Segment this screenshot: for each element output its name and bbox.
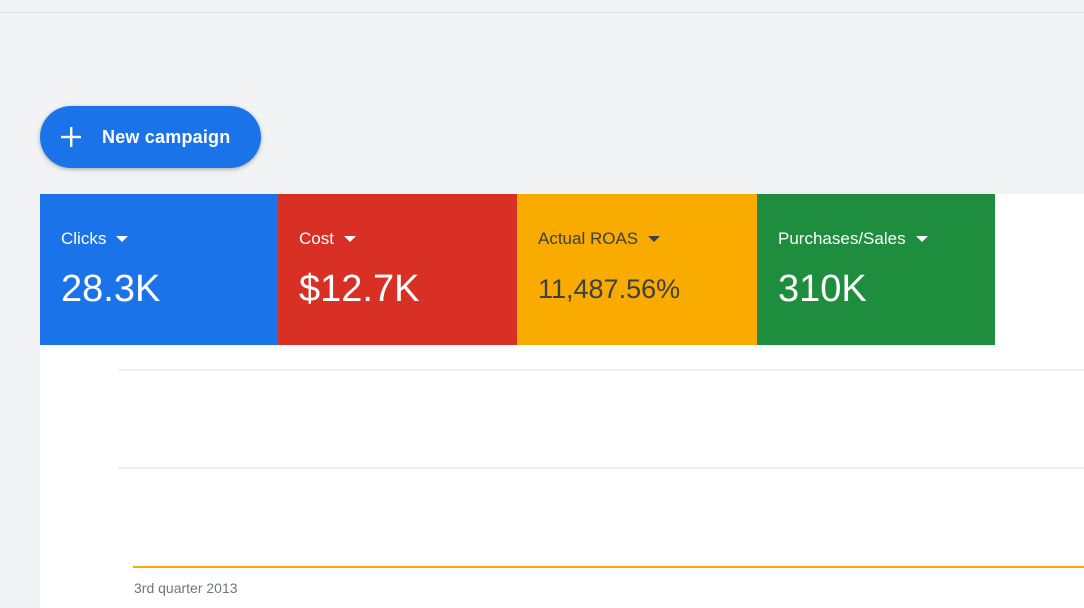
scorecard-metric-label: Clicks bbox=[61, 229, 107, 248]
scorecard-metric-selector[interactable]: Actual ROAS bbox=[538, 228, 757, 250]
scorecard-metric-selector[interactable]: Cost bbox=[299, 228, 517, 250]
scorecard-cost[interactable]: Cost $12.7K bbox=[278, 194, 517, 345]
plus-icon bbox=[61, 127, 81, 147]
performance-chart: 3rd quarter 2013 bbox=[40, 345, 1084, 608]
top-bar bbox=[0, 0, 1084, 13]
chart-x-tick-label: 3rd quarter 2013 bbox=[134, 580, 238, 596]
dropdown-arrow-icon bbox=[648, 236, 661, 242]
dropdown-arrow-icon bbox=[915, 236, 928, 242]
scorecard-metric-label: Actual ROAS bbox=[538, 229, 639, 248]
dropdown-arrow-icon bbox=[116, 236, 129, 242]
scorecard-value: 310K bbox=[778, 268, 867, 310]
new-campaign-button[interactable]: New campaign bbox=[40, 106, 261, 168]
dropdown-arrow-icon bbox=[343, 236, 356, 242]
scorecard-purchases-sales[interactable]: Purchases/Sales 310K bbox=[757, 194, 995, 345]
new-campaign-label: New campaign bbox=[102, 126, 231, 147]
scorecard-clicks[interactable]: Clicks 28.3K bbox=[40, 194, 278, 345]
scorecard-actual-roas[interactable]: Actual ROAS 11,487.56% bbox=[517, 194, 757, 345]
scorecard-metric-selector[interactable]: Purchases/Sales bbox=[778, 228, 995, 250]
performance-panel: Clicks 28.3K Cost $12.7K Actual ROAS 11,… bbox=[40, 194, 1084, 608]
scorecard-metric-selector[interactable]: Clicks bbox=[61, 228, 278, 250]
scorecard-value: 11,487.56% bbox=[538, 274, 681, 304]
chart-svg: 3rd quarter 2013 bbox=[118, 369, 1084, 596]
scorecard-metric-label: Cost bbox=[299, 229, 334, 248]
scorecard-metric-label: Purchases/Sales bbox=[778, 229, 906, 248]
scorecard-value: 28.3K bbox=[61, 268, 161, 310]
scorecard-value: $12.7K bbox=[299, 268, 420, 310]
